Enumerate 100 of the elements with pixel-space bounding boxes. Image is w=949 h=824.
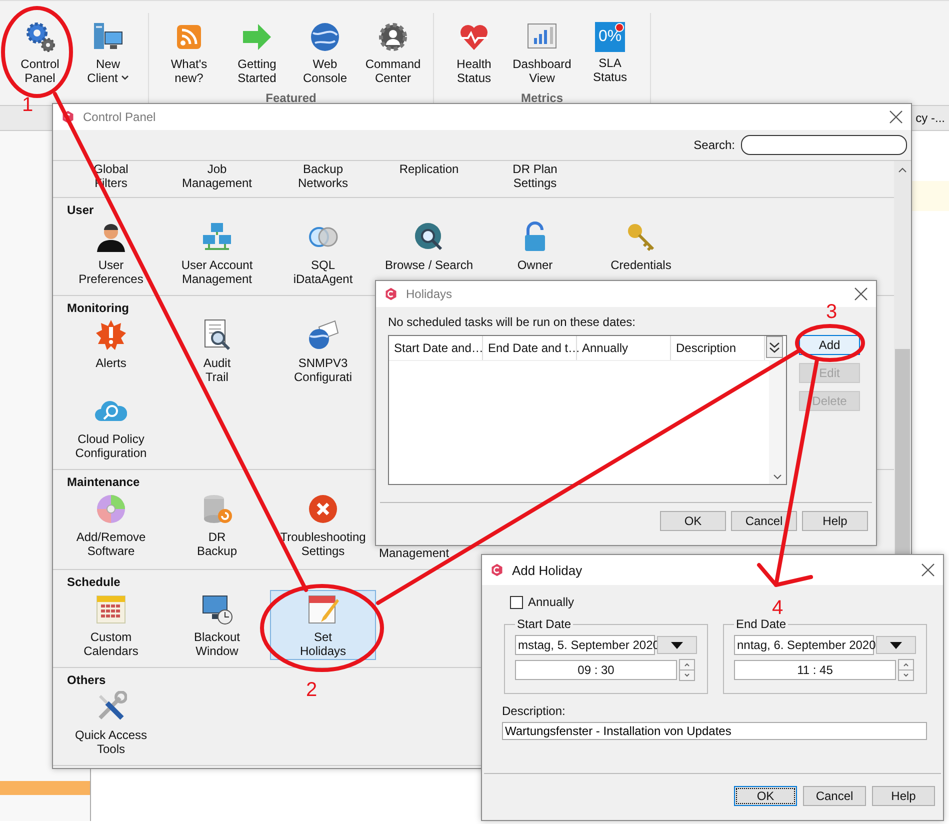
ribbon-button[interactable]: 0% SLA Status: [578, 13, 642, 91]
column-header[interactable]: Start Date and…: [389, 336, 483, 360]
time-field[interactable]: 11 : 45: [734, 660, 896, 680]
control-panel-item[interactable]: Credentials: [588, 218, 694, 288]
button-label: new?: [174, 71, 204, 85]
column-header[interactable]: End Date and t…: [483, 336, 577, 360]
app-logo-icon: [61, 110, 75, 124]
calendar-icon: [95, 593, 127, 625]
disc-icon: [95, 493, 127, 525]
network-icon: [201, 221, 233, 253]
globe-search-icon: [413, 221, 445, 253]
scroll-up-icon: [898, 167, 907, 173]
dialog-button[interactable]: OK: [660, 511, 726, 531]
arrow-icon: [241, 21, 273, 53]
dropdown-icon: [671, 642, 683, 648]
step-number: 1: [22, 95, 34, 115]
scroll-down-icon: [773, 474, 782, 480]
button-label: New: [96, 57, 120, 71]
globe-icon: [309, 21, 341, 53]
ribbon-button[interactable]: Health Status: [442, 13, 506, 91]
control-panel-item[interactable]: Backup Networks: [270, 161, 376, 192]
step-number: 3: [826, 302, 838, 322]
error-icon: [307, 493, 339, 525]
control-panel-item[interactable]: DR Plan Settings: [482, 161, 588, 192]
ribbon-button[interactable]: Dashboard View: [510, 13, 574, 91]
control-panel-item[interactable]: Quick Access Tools: [58, 688, 164, 758]
section-heading: Schedule: [67, 575, 120, 589]
button-label: Client: [87, 71, 118, 85]
user-icon: [95, 221, 127, 253]
column-chooser-icon: [766, 336, 783, 358]
ribbon-button[interactable]: Getting Started: [225, 13, 289, 91]
button-label: SLA: [598, 56, 622, 70]
control-panel-item[interactable]: Add/Remove Software: [58, 490, 164, 562]
control-panel-item[interactable]: SQL iDataAgent: [270, 218, 376, 288]
database-icon: [201, 493, 233, 525]
control-panel-item[interactable]: Browse / Search: [376, 218, 482, 288]
checkbox[interactable]: [510, 596, 523, 608]
control-panel-item[interactable]: Custom Calendars: [58, 590, 164, 660]
annotation-circle: [795, 324, 865, 362]
percent-label: 0%: [598, 28, 622, 46]
button-label: Command: [365, 57, 421, 71]
calendar-pencil-icon: [307, 593, 339, 625]
column-header[interactable]: Description: [671, 336, 765, 360]
instruction-text: No scheduled tasks will be run on these dates:: [388, 315, 636, 329]
button-label: Status: [592, 70, 628, 84]
dialog-button[interactable]: Cancel: [803, 786, 866, 806]
button-label: Getting: [238, 57, 276, 71]
close-icon: [921, 563, 935, 577]
control-panel-item[interactable]: Owner: [482, 218, 588, 288]
group-label: Start Date: [516, 617, 572, 631]
control-panel-item[interactable]: Troubleshooting Settings: [270, 490, 376, 562]
dialog-button[interactable]: Help: [872, 786, 935, 806]
close-icon: [889, 110, 903, 124]
button-label: Control: [20, 57, 60, 71]
control-panel-item[interactable]: Audit Trail: [164, 316, 270, 386]
button-label: What's: [170, 57, 208, 71]
control-panel-item[interactable]: Alerts: [58, 316, 164, 386]
ribbon-button[interactable]: What's new?: [157, 13, 221, 91]
spinner-icon: [679, 659, 695, 681]
control-panel-item[interactable]: SNMPV3 Configurati: [270, 316, 376, 386]
ribbon-button[interactable]: Web Console: [293, 13, 357, 91]
control-panel-item[interactable]: User Preferences: [58, 218, 164, 288]
dropdown-button[interactable]: [657, 636, 697, 654]
column-header[interactable]: Annually: [577, 336, 671, 360]
dropdown-button[interactable]: [876, 636, 916, 654]
group-label: Featured: [266, 91, 316, 105]
ribbon-button[interactable]: New Client: [76, 13, 140, 91]
button-label: Status: [456, 71, 492, 85]
globe-envelope-icon: [307, 319, 339, 351]
dialog-button[interactable]: Add: [799, 335, 860, 355]
dialog-button[interactable]: Cancel: [731, 511, 797, 531]
tab-label[interactable]: cy -...: [916, 111, 945, 125]
control-panel-item[interactable]: Cloud Policy Configuration: [58, 392, 164, 462]
control-panel-item[interactable]: Blackout Window: [164, 590, 270, 660]
control-panel-item[interactable]: Set Holidays: [270, 590, 376, 660]
button-label: Console: [302, 71, 348, 85]
ribbon-button[interactable]: Command Center: [361, 13, 425, 91]
control-panel-item[interactable]: User Account Management: [164, 218, 270, 288]
item-label: Management: [379, 546, 450, 560]
button-label: Health: [456, 57, 492, 71]
button-label: Center: [374, 71, 411, 85]
time-field[interactable]: 09 : 30: [515, 660, 677, 680]
button-label: Web: [312, 57, 338, 71]
section-heading: Others: [67, 673, 106, 687]
control-panel-item[interactable]: DR Backup: [164, 490, 270, 562]
group-label: Metrics: [520, 91, 564, 105]
close-icon: [854, 287, 868, 301]
field-label: Description:: [502, 704, 566, 718]
button-label: View: [529, 71, 555, 85]
spinner-icon: [898, 659, 914, 681]
date-field[interactable]: nntag, 6. September 2020: [734, 635, 874, 655]
dialog-button[interactable]: OK: [734, 786, 797, 806]
search-field[interactable]: [741, 135, 907, 155]
button-label: Started: [238, 71, 276, 85]
window-title: Add Holiday: [512, 562, 584, 578]
gears-icon: [24, 21, 56, 53]
control-panel-item[interactable]: Replication: [376, 161, 482, 192]
control-panel-item[interactable]: Job Management: [164, 161, 270, 192]
description-field[interactable]: Wartungsfenster - Installation von Updates: [502, 722, 927, 740]
dialog-button[interactable]: Help: [802, 511, 868, 531]
